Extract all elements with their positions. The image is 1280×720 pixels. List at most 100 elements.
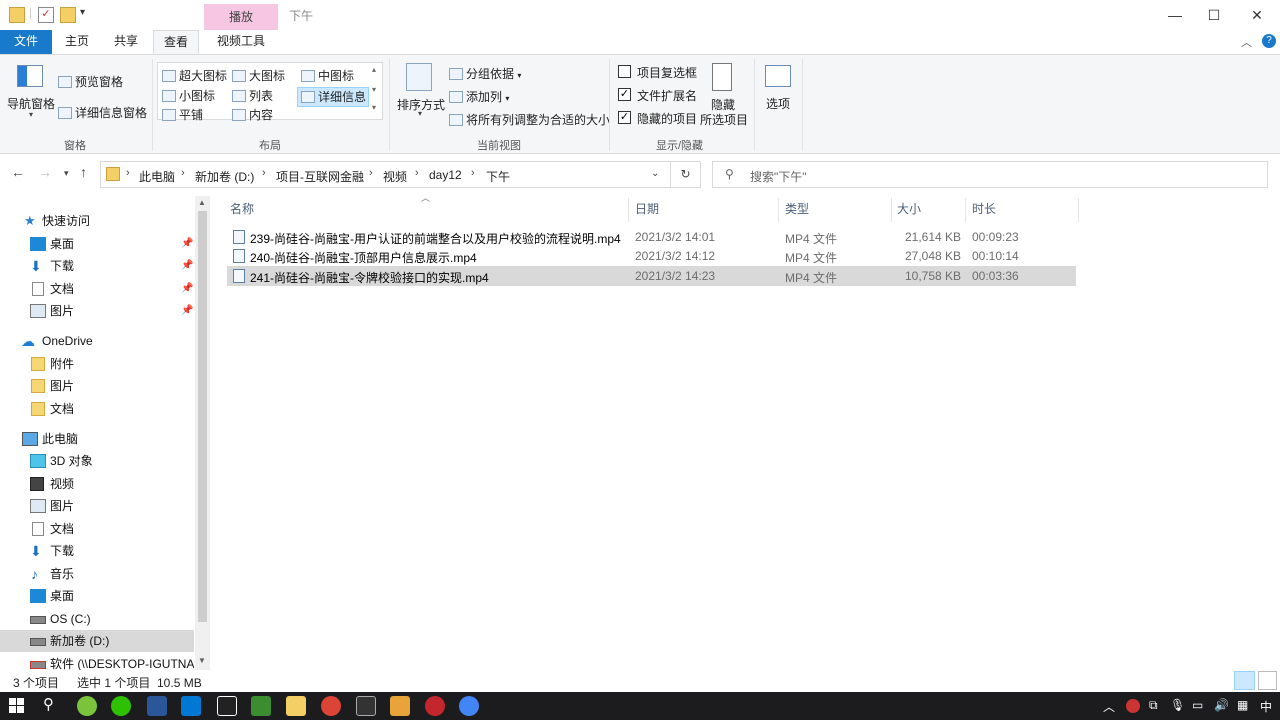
- ime-indicator[interactable]: 中: [1260, 698, 1272, 715]
- chevron-down-icon[interactable]: ▾: [29, 110, 33, 119]
- layout-medium-icons[interactable]: 中图标: [301, 67, 354, 84]
- nav-item-downloads[interactable]: ⬇ 下载 📌: [0, 255, 194, 277]
- nav-item-pc-documents[interactable]: 文档: [0, 518, 194, 540]
- breadcrumb-project[interactable]: 项目-互联网金融: [276, 168, 364, 185]
- column-header-size[interactable]: 大小: [897, 198, 921, 222]
- tab-file[interactable]: 文件: [0, 30, 52, 54]
- nav-item-documents[interactable]: 文档 📌: [0, 278, 194, 300]
- vscode-icon[interactable]: [181, 696, 201, 716]
- help-icon[interactable]: ?: [1262, 34, 1276, 48]
- chevron-right-icon[interactable]: ›: [181, 167, 185, 179]
- chevron-up-icon[interactable]: ︿: [1103, 698, 1115, 715]
- up-arrow-icon[interactable]: ↑: [80, 164, 87, 180]
- refresh-button[interactable]: ↻: [671, 161, 701, 188]
- nav-scrollbar-thumb[interactable]: [198, 211, 207, 622]
- nav-this-pc[interactable]: 此电脑: [0, 428, 194, 450]
- nav-item-network-drive[interactable]: 软件 (\\DESKTOP-IGUTNAF: [0, 653, 194, 670]
- layout-small-icons[interactable]: 小图标: [162, 87, 215, 104]
- network-icon[interactable]: ▭: [1192, 698, 1203, 712]
- chevron-down-icon[interactable]: ▾: [418, 109, 422, 118]
- pin-icon[interactable]: 📌: [181, 278, 193, 300]
- group-by-button[interactable]: 分组依据 ▾: [449, 65, 521, 82]
- column-header-type[interactable]: 类型: [785, 198, 809, 222]
- scroll-up-icon[interactable]: ▴: [372, 65, 376, 74]
- breadcrumb-day12[interactable]: day12: [429, 168, 462, 182]
- close-button[interactable]: ✕: [1234, 0, 1280, 30]
- hidden-items-checkbox[interactable]: ✓: [618, 111, 631, 124]
- nav-item-od-documents[interactable]: 文档: [0, 398, 194, 420]
- scroll-down-icon[interactable]: ▼: [198, 656, 206, 665]
- nav-item-pc-desktop[interactable]: 桌面: [0, 585, 194, 607]
- back-arrow-icon[interactable]: ←: [11, 164, 25, 180]
- app-icon[interactable]: [390, 696, 410, 716]
- collapse-ribbon-icon[interactable]: ︿: [1241, 34, 1252, 50]
- pin-icon[interactable]: 📌: [181, 300, 193, 322]
- column-divider[interactable]: [891, 198, 892, 222]
- file-explorer-icon[interactable]: [286, 696, 306, 716]
- tray-app-icon[interactable]: ⧉: [1149, 698, 1158, 713]
- column-divider[interactable]: [778, 198, 779, 222]
- chrome-icon[interactable]: [321, 696, 341, 716]
- address-dropdown-icon[interactable]: ⌄: [651, 168, 659, 179]
- tab-play-context[interactable]: 播放: [204, 4, 278, 30]
- size-columns-button[interactable]: 将所有列调整为合适的大小: [449, 111, 610, 128]
- nav-item-attachments[interactable]: 附件: [0, 353, 194, 375]
- breadcrumb-video[interactable]: 视频: [383, 168, 407, 185]
- layout-tiles[interactable]: 平铺: [162, 106, 203, 123]
- tab-video-tools[interactable]: 视频工具: [204, 30, 278, 54]
- nav-item-pictures[interactable]: 图片 📌: [0, 300, 194, 322]
- maximize-button[interactable]: ☐: [1191, 0, 1237, 30]
- nav-item-videos[interactable]: 视频: [0, 473, 194, 495]
- microphone-icon[interactable]: 🎙: [1170, 698, 1185, 712]
- preview-pane-button[interactable]: 预览窗格: [58, 73, 123, 90]
- terminal-icon[interactable]: [356, 696, 376, 716]
- details-view-icon[interactable]: [1234, 671, 1255, 690]
- hide-selected-line2[interactable]: 所选项目: [700, 111, 748, 128]
- table-row[interactable]: 241-尚硅谷-尚融宝-令牌校验接口的实现.mp4 2021/3/2 14:23…: [227, 266, 1076, 286]
- nav-quick-access[interactable]: ★ 快速访问: [0, 210, 194, 232]
- app-icon[interactable]: [251, 696, 271, 716]
- scroll-down-icon[interactable]: ▾: [372, 85, 376, 94]
- nav-item-drive-d[interactable]: 新加卷 (D:): [0, 630, 194, 652]
- chevron-right-icon[interactable]: ›: [126, 167, 130, 179]
- column-divider[interactable]: [628, 198, 629, 222]
- wechat-icon[interactable]: [111, 696, 131, 716]
- nav-onedrive[interactable]: ☁ OneDrive: [0, 330, 194, 352]
- nav-item-od-pictures[interactable]: 图片: [0, 375, 194, 397]
- nav-item-pc-downloads[interactable]: ⬇ 下载: [0, 540, 194, 562]
- search-box[interactable]: ⚲ 搜索"下午": [712, 161, 1268, 188]
- tab-view[interactable]: 查看: [153, 30, 199, 54]
- tab-home[interactable]: 主页: [55, 30, 99, 54]
- layout-content[interactable]: 内容: [232, 106, 273, 123]
- tray-app-icon[interactable]: [1126, 699, 1140, 713]
- word-icon[interactable]: [147, 696, 167, 716]
- tab-share[interactable]: 共享: [104, 30, 148, 54]
- properties-icon[interactable]: ✓: [38, 7, 54, 23]
- pin-icon[interactable]: 📌: [181, 255, 193, 277]
- large-icons-view-icon[interactable]: [1258, 671, 1277, 690]
- layout-details[interactable]: 详细信息: [301, 88, 366, 105]
- chevron-right-icon[interactable]: ›: [262, 167, 266, 179]
- column-header-date[interactable]: 日期: [635, 198, 659, 222]
- item-checkboxes-checkbox[interactable]: [618, 65, 631, 78]
- column-header-duration[interactable]: 时长: [972, 198, 996, 222]
- file-extensions-checkbox[interactable]: ✓: [618, 88, 631, 101]
- layout-list[interactable]: 列表: [232, 87, 273, 104]
- column-header-name[interactable]: 名称: [230, 198, 254, 222]
- details-pane-button[interactable]: 详细信息窗格: [58, 104, 147, 121]
- forward-arrow-icon[interactable]: →: [38, 164, 52, 180]
- column-divider[interactable]: [965, 198, 966, 222]
- search-input[interactable]: 搜索"下午": [750, 168, 807, 185]
- intellij-icon[interactable]: [217, 696, 237, 716]
- layout-extra-large-icons[interactable]: 超大图标: [162, 67, 227, 84]
- layout-large-icons[interactable]: 大图标: [232, 67, 285, 84]
- options-button[interactable]: 选项: [766, 95, 790, 112]
- customize-toolbar-icon[interactable]: ▾: [80, 7, 85, 18]
- nav-item-3d-objects[interactable]: 3D 对象: [0, 450, 194, 472]
- expand-gallery-icon[interactable]: ▾: [372, 103, 376, 112]
- chevron-right-icon[interactable]: ›: [471, 167, 475, 179]
- sort-icon[interactable]: [406, 63, 432, 91]
- ime-mode-icon[interactable]: ▦: [1237, 698, 1248, 712]
- chevron-right-icon[interactable]: ›: [369, 167, 373, 179]
- table-row[interactable]: 239-尚硅谷-尚融宝-用户认证的前端整合以及用户校验的流程说明.mp4 202…: [227, 227, 1076, 247]
